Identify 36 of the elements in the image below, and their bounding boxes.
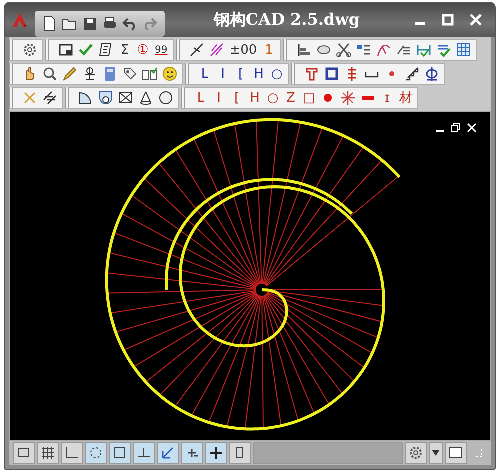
toolbar-text-button[interactable]: [ [233,64,249,84]
toolbar-text-button[interactable]: I [215,64,231,84]
hatch-icon[interactable] [339,88,358,108]
toolbar-text-button[interactable]: 材 [397,88,414,108]
toolbar-text-button[interactable]: □ [301,88,318,108]
crosshair-icon[interactable] [205,442,227,464]
window-title: 钢构CAD 2.5.dwg [212,10,362,30]
toolbar-text-button[interactable]: I [211,88,227,108]
smiley-icon[interactable] [161,64,179,84]
close-icon[interactable] [466,122,478,134]
settings-icon[interactable] [405,442,427,464]
restore-icon[interactable] [450,122,462,134]
caret-icon[interactable] [429,442,443,464]
snap-plus-icon[interactable] [181,442,203,464]
window-icon[interactable] [445,442,467,464]
toolbar-text-button[interactable]: ±00 [228,40,260,60]
ucs-icon[interactable] [157,442,179,464]
toolbar-text-button[interactable]: Z [283,88,299,108]
otrack-icon[interactable] [133,442,155,464]
toolbar-text-button[interactable]: H [251,64,267,84]
toolbar-text-button[interactable]: Σ [117,40,133,60]
toolbar-text-button[interactable]: [ [229,88,245,108]
toolbar-text-button[interactable]: L [197,64,213,84]
toolbar-text-button[interactable]: H [247,88,263,108]
ortho-icon[interactable] [61,442,83,464]
polar-icon[interactable] [85,442,107,464]
osnap-icon[interactable] [109,442,131,464]
toolbar-text-button[interactable]: ○ [265,88,281,108]
grid-icon[interactable] [37,442,59,464]
model-icon[interactable] [13,442,35,464]
toolbar-text-button[interactable]: L [193,88,209,108]
toolbar-text-button[interactable]: 1 [261,40,278,60]
toolbar-text-button[interactable]: 99 [153,40,170,60]
toolbar-text-button[interactable]: ○ [269,64,285,84]
toolbar-text-button[interactable]: ɪ [379,88,396,108]
toolbar-text-button[interactable]: ① [135,40,151,60]
